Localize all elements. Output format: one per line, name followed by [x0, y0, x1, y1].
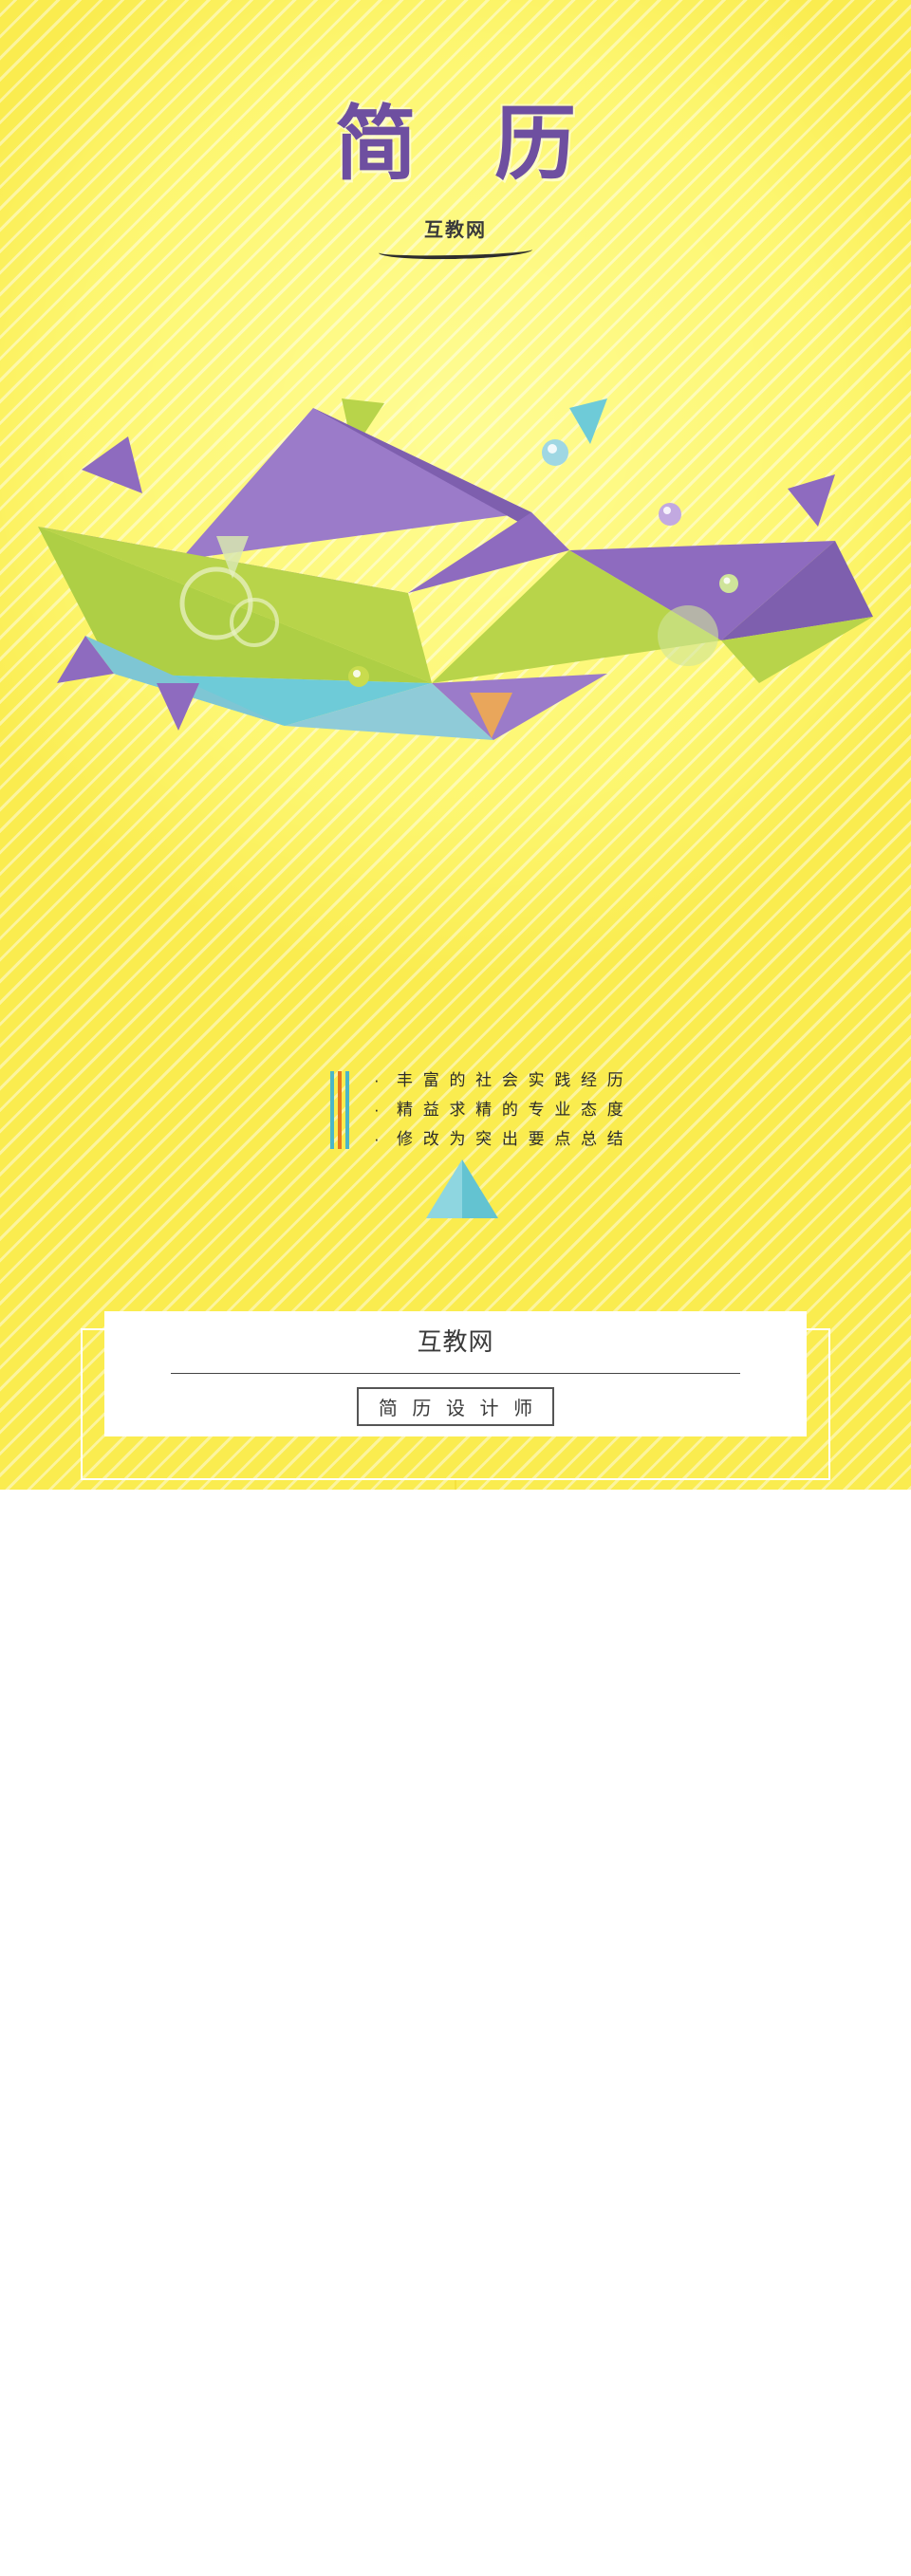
list-item: · 修 改 为 突 出 要 点 总 结	[374, 1126, 626, 1152]
card-divider	[171, 1372, 740, 1374]
accent-bar-orange	[338, 1071, 342, 1149]
card-connector-line	[455, 1480, 456, 1490]
highlight-list: · 丰 富 的 社 会 实 践 经 历 · 精 益 求 精 的 专 业 态 度 · 修…	[330, 1067, 626, 1156]
highlight-text: 精 益 求 精 的 专 业 态 度	[397, 1101, 626, 1119]
highlight-items: · 丰 富 的 社 会 实 践 经 历 · 精 益 求 精 的 专 业 态 度 · 修…	[374, 1067, 626, 1156]
name-card: 互教网 简 历 设 计 师	[104, 1311, 807, 1436]
bullet-dot-icon: ·	[374, 1071, 382, 1089]
bullet-dot-icon: ·	[374, 1130, 382, 1148]
accent-bar-teal-1	[330, 1071, 334, 1149]
list-item: · 丰 富 的 社 会 实 践 经 历	[374, 1067, 626, 1093]
title-underline-stroke	[378, 248, 533, 262]
list-item: · 精 益 求 精 的 专 业 态 度	[374, 1097, 626, 1122]
resume-subtitle: 互教网	[424, 220, 487, 242]
card-role-badge: 简 历 设 计 师	[356, 1386, 555, 1426]
card-name-text: 互教网	[417, 1326, 494, 1356]
highlight-accent-bars	[330, 1071, 349, 1149]
highlight-text: 修 改 为 突 出 要 点 总 结	[397, 1130, 626, 1148]
highlight-text: 丰 富 的 社 会 实 践 经 历	[397, 1071, 626, 1089]
bullet-dot-icon: ·	[374, 1101, 382, 1119]
decorative-triangle-icon	[426, 1159, 498, 1223]
hero-title-block: 简 历 互教网	[0, 96, 911, 262]
hero-banner: 简 历 互教网 · 丰 富 的 社 会 实 践 经 历 · 精 益 求 精 的 …	[0, 0, 911, 1490]
resume-title: 简 历	[335, 96, 601, 192]
accent-bar-teal-2	[345, 1071, 349, 1149]
resume-body: 基 本 信 息 联 系 信 息 姓名 互教网 年龄 22 岁 籍贯 上海 学历 …	[0, 1490, 911, 2576]
geometric-artwork	[0, 398, 911, 778]
resume-page: 简 历 互教网 · 丰 富 的 社 会 实 践 经 历 · 精 益 求 精 的 …	[0, 0, 911, 2576]
